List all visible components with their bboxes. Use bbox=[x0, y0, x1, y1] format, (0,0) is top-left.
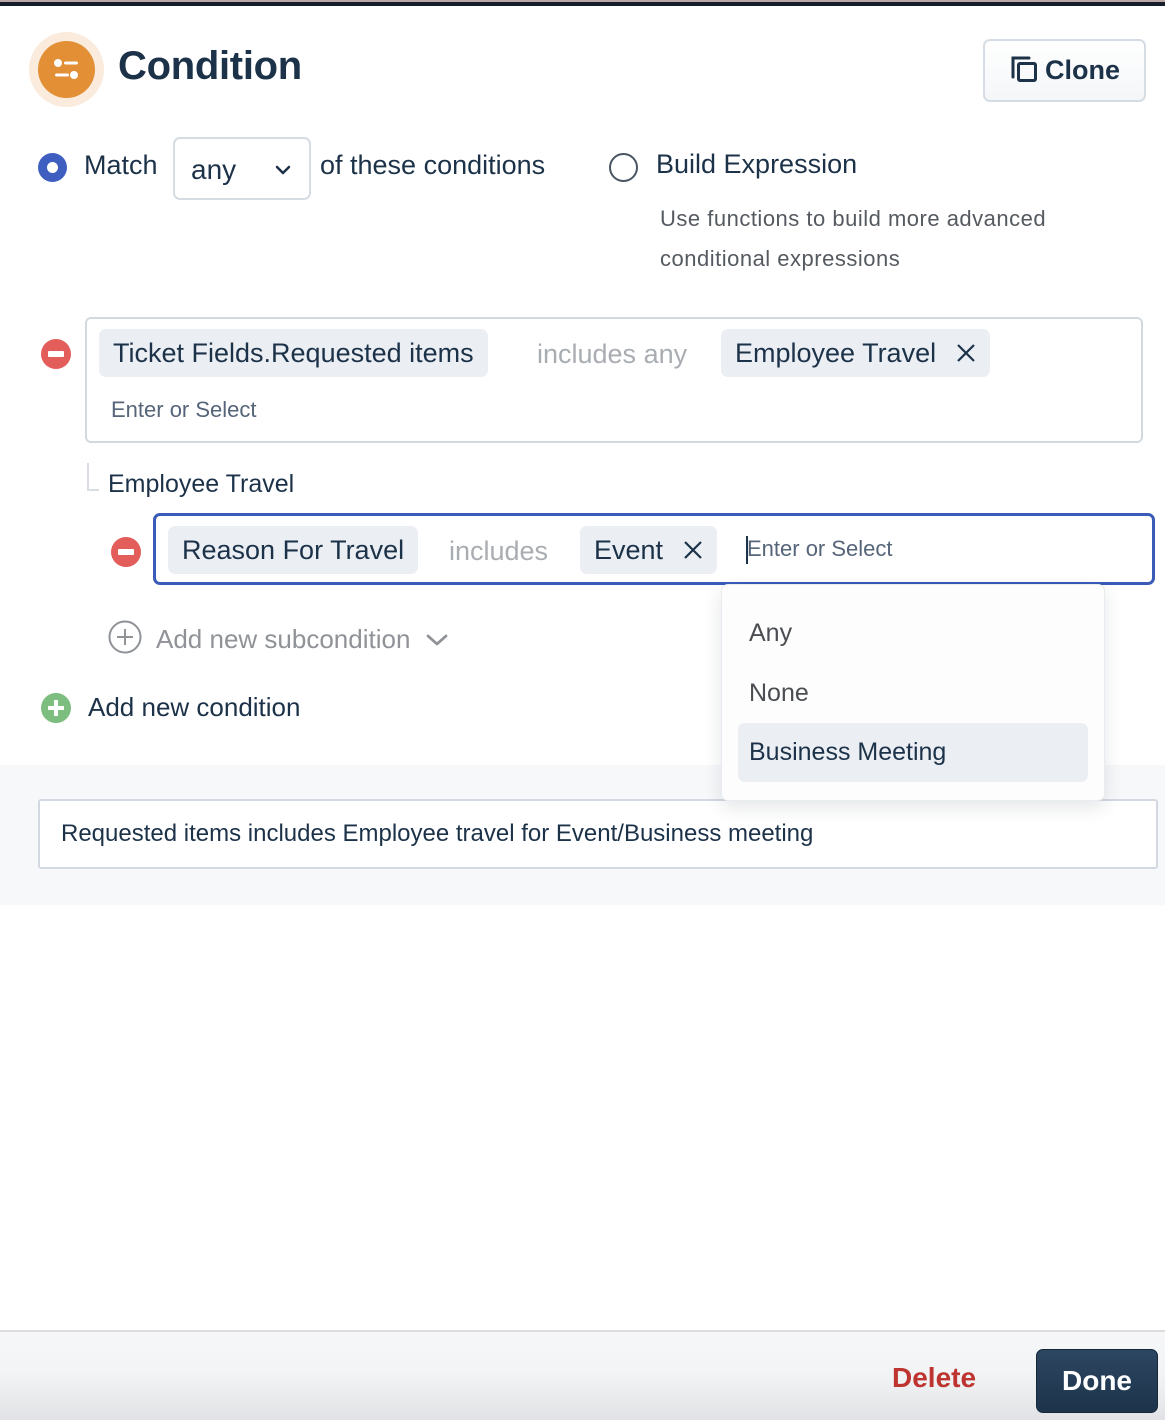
value-options-dropdown: Any None Business Meeting bbox=[721, 584, 1105, 801]
dropdown-option-none[interactable]: None bbox=[738, 664, 1088, 723]
build-expression-radio[interactable] bbox=[609, 153, 638, 182]
match-mode-select[interactable]: any bbox=[173, 137, 311, 200]
delete-button[interactable]: Delete bbox=[892, 1362, 976, 1394]
condition-row[interactable]: Ticket Fields.Requested items includes a… bbox=[85, 317, 1143, 443]
footer-bar bbox=[0, 1330, 1165, 1420]
add-subcondition-button[interactable]: Add new subcondition bbox=[108, 620, 448, 659]
remove-subcondition-icon[interactable] bbox=[111, 537, 141, 567]
tree-connector bbox=[87, 463, 99, 491]
match-suffix: of these conditions bbox=[320, 150, 546, 180]
condition-operator[interactable]: includes any bbox=[537, 339, 687, 370]
sliders-icon bbox=[38, 41, 95, 98]
match-radio[interactable] bbox=[38, 153, 67, 182]
clone-label: Clone bbox=[1044, 55, 1120, 85]
add-condition-label: Add new condition bbox=[88, 692, 301, 722]
subcondition-field-chip[interactable]: Reason For Travel bbox=[168, 526, 419, 574]
done-button[interactable]: Done bbox=[1036, 1349, 1158, 1413]
build-expression-label[interactable]: Build Expression bbox=[656, 149, 857, 180]
condition-value-input[interactable]: Enter or Select bbox=[111, 397, 257, 423]
subcondition-operator[interactable]: includes bbox=[449, 536, 548, 567]
remove-condition-icon[interactable] bbox=[41, 339, 71, 369]
remove-value-icon[interactable] bbox=[683, 540, 703, 560]
chevron-down-icon[interactable] bbox=[426, 633, 448, 647]
add-subcondition-label: Add new subcondition bbox=[156, 624, 411, 654]
condition-field-chip[interactable]: Ticket Fields.Requested items bbox=[99, 329, 488, 377]
dropdown-option-business-meeting[interactable]: Business Meeting bbox=[738, 723, 1088, 782]
build-expression-description: Use functions to build more advanced con… bbox=[660, 206, 1047, 271]
subcondition-group-title: Employee Travel bbox=[108, 470, 295, 498]
condition-value-chip: Employee Travel bbox=[721, 329, 991, 377]
condition-badge bbox=[29, 32, 104, 107]
page-title: Condition bbox=[118, 44, 302, 88]
add-condition-button[interactable]: Add new condition bbox=[41, 692, 300, 723]
clone-button[interactable]: Clone bbox=[983, 39, 1146, 102]
match-label: Match bbox=[84, 150, 158, 180]
subcondition-value-input[interactable]: Enter or Select bbox=[747, 536, 893, 562]
dropdown-option-any[interactable]: Any bbox=[738, 604, 1088, 663]
plus-circle-icon bbox=[108, 620, 142, 659]
plus-icon bbox=[41, 692, 71, 723]
description-input[interactable]: Requested items includes Employee travel… bbox=[38, 799, 1158, 869]
subcondition-value-chip: Event bbox=[580, 526, 718, 574]
window-top-bar bbox=[0, 0, 1165, 6]
remove-value-icon[interactable] bbox=[956, 343, 976, 363]
match-mode-value: any bbox=[191, 154, 237, 185]
subcondition-row[interactable]: Reason For Travel includes Event Enter o… bbox=[153, 513, 1155, 585]
subcondition-value: Event bbox=[594, 534, 664, 565]
subcondition-field: Reason For Travel bbox=[182, 534, 405, 565]
condition-field: Ticket Fields.Requested items bbox=[113, 337, 474, 368]
copy-icon bbox=[1009, 54, 1039, 87]
condition-value: Employee Travel bbox=[735, 337, 937, 368]
